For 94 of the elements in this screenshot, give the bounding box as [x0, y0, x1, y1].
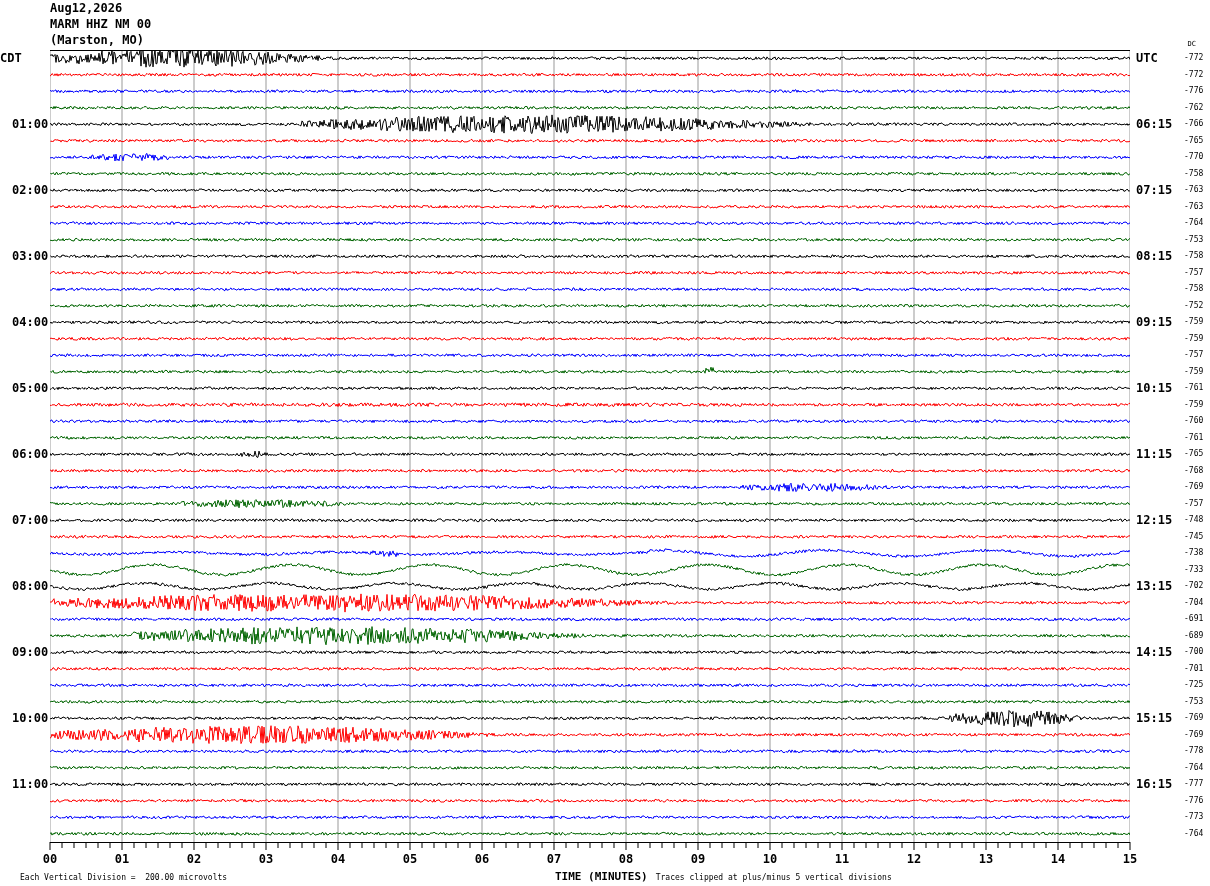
dc-value: -766 [1184, 119, 1204, 128]
axis-tick-label: 14 [1050, 852, 1066, 866]
axis-tick-label: 09 [690, 852, 706, 866]
dc-value: -745 [1184, 531, 1204, 541]
dc-value: -733 [1184, 564, 1204, 574]
dc-value: -757 [1184, 267, 1204, 277]
dc-value: -765 [1184, 449, 1204, 458]
dc-value: -773 [1184, 812, 1204, 821]
dc-value: -701 [1184, 663, 1204, 673]
dc-value: -763 [1184, 185, 1204, 194]
dc-value: -759 [1184, 399, 1204, 409]
dc-value: -769 [1184, 482, 1204, 491]
dc-value: -757 [1184, 350, 1204, 359]
time-zone-label: UTC [1135, 50, 1159, 67]
axis-tick-label: 10 [762, 852, 778, 866]
dc-value: -757 [1184, 498, 1204, 508]
dc-value: -691 [1184, 614, 1204, 623]
dc-value: -758 [1184, 168, 1204, 178]
hour-label: 11:00 [11, 776, 50, 793]
hour-label: 16:15 [1135, 776, 1174, 793]
dc-value: -761 [1184, 383, 1204, 392]
hour-label: 02:00 [11, 182, 50, 199]
dc-value: -769 [1184, 729, 1204, 739]
axis-tick-label: 01 [114, 852, 130, 866]
axis-tick-label: 11 [834, 852, 850, 866]
hour-label: 08:15 [1135, 248, 1174, 265]
date-text: Aug12,2026 [50, 0, 124, 16]
dc-value: -753 [1184, 696, 1204, 706]
clip-note: Traces clipped at plus/minus 5 vertical divisions [655, 873, 892, 882]
dc-value: -704 [1184, 597, 1204, 607]
hour-label: 05:00 [11, 380, 50, 397]
axis-tick-label: 08 [618, 852, 634, 866]
hour-label: 10:15 [1135, 380, 1174, 397]
axis-tick-label: 04 [330, 852, 346, 866]
dc-value: -738 [1184, 548, 1204, 557]
dc-value: -760 [1184, 416, 1204, 425]
dc-value: -725 [1184, 680, 1204, 689]
station-text: MARM HHZ NM 00 [50, 16, 152, 32]
hour-label: 11:15 [1135, 446, 1174, 463]
dc-value: -748 [1184, 515, 1204, 524]
axis-title: TIME (MINUTES) [555, 870, 648, 883]
dc-value: -758 [1184, 284, 1204, 293]
hour-label: 01:00 [11, 116, 50, 133]
hour-label: 07:15 [1135, 182, 1174, 199]
hour-label: 14:15 [1135, 644, 1174, 661]
dc-value: -762 [1184, 102, 1204, 112]
hour-label: 10:00 [11, 710, 50, 727]
dc-value: -763 [1184, 201, 1204, 211]
hour-label: 13:15 [1135, 578, 1174, 595]
hour-label: 07:00 [11, 512, 50, 529]
hour-label: 15:15 [1135, 710, 1174, 727]
dc-value: -772 [1184, 53, 1204, 62]
dc-value: -776 [1184, 86, 1204, 95]
hour-label: 08:00 [11, 578, 50, 595]
hour-label: 09:15 [1135, 314, 1174, 331]
dc-value: -700 [1184, 647, 1204, 656]
dc-value: -769 [1184, 713, 1204, 722]
axis-tick-label: 07 [546, 852, 562, 866]
location-text: (Marston, MO) [50, 32, 145, 48]
hour-label: 04:00 [11, 314, 50, 331]
dc-value: -752 [1184, 300, 1204, 310]
dc-value: -776 [1184, 795, 1204, 805]
axis-tick-label: 02 [186, 852, 202, 866]
dc-value: -765 [1184, 135, 1204, 145]
dc-value: -764 [1184, 762, 1204, 772]
dc-value: -689 [1184, 630, 1204, 640]
dc-value: -759 [1184, 333, 1204, 343]
time-zone-label: CDT [0, 50, 23, 67]
axis-tick-label: 12 [906, 852, 922, 866]
axis-tick-label: 13 [978, 852, 994, 866]
axis-tick-label: 03 [258, 852, 274, 866]
axis-tick-label: 00 [42, 852, 58, 866]
dc-value: -702 [1184, 581, 1204, 590]
hour-label: 09:00 [11, 644, 50, 661]
hour-label: 06:15 [1135, 116, 1174, 133]
dc-value: -759 [1184, 366, 1204, 376]
dc-value: -770 [1184, 152, 1204, 161]
dc-value: -753 [1184, 234, 1204, 244]
dc-value: -764 [1184, 828, 1204, 838]
hour-label: 12:15 [1135, 512, 1174, 529]
dc-value: -772 [1184, 69, 1204, 79]
scale-note: Each Vertical Division = 200.00 microvolts [20, 873, 229, 882]
dc-value: -768 [1184, 465, 1204, 475]
dc-value: -758 [1184, 251, 1204, 260]
dc-value: -761 [1184, 432, 1204, 442]
axis-tick-label: 06 [474, 852, 490, 866]
hour-label: 06:00 [11, 446, 50, 463]
hour-label: 03:00 [11, 248, 50, 265]
axis-tick-label: 05 [402, 852, 418, 866]
dc-value: -764 [1184, 218, 1204, 227]
dc-value: -778 [1184, 746, 1204, 755]
axis-tick-label: 15 [1122, 852, 1138, 866]
dc-value: -777 [1184, 779, 1204, 788]
dc-value: -759 [1184, 317, 1204, 326]
